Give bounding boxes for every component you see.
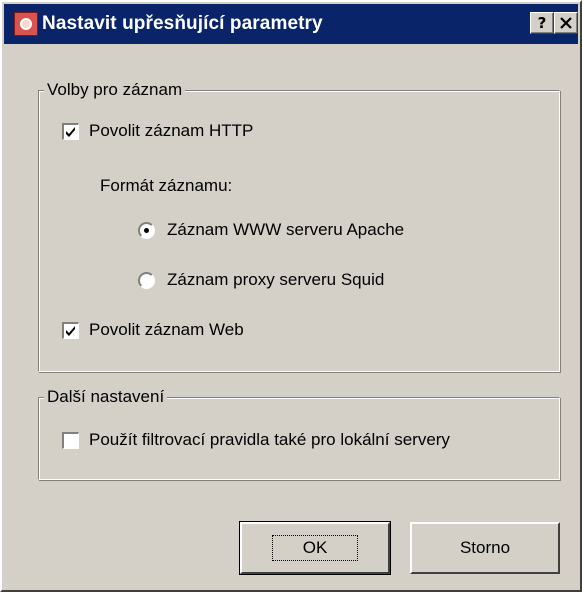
enable-web-log-row[interactable]: Povolit záznam Web xyxy=(62,320,244,340)
ok-button[interactable]: OK xyxy=(239,521,391,575)
enable-web-log-label: Povolit záznam Web xyxy=(89,320,244,339)
check-icon xyxy=(66,325,75,336)
local-filter-checkbox[interactable] xyxy=(62,431,79,449)
app-icon xyxy=(14,12,38,36)
format-squid-row[interactable]: Záznam proxy serveru Squid xyxy=(138,270,384,290)
window-title: Nastavit upřesňující parametry xyxy=(42,13,323,34)
cancel-button[interactable]: Storno xyxy=(410,522,560,574)
format-apache-label: Záznam WWW serveru Apache xyxy=(167,220,405,239)
local-filter-row[interactable]: Použít filtrovací pravidla také pro loká… xyxy=(62,430,450,450)
log-options-legend: Volby pro záznam xyxy=(44,80,186,100)
cancel-button-label: Storno xyxy=(459,538,511,557)
help-button[interactable]: ? xyxy=(530,12,554,34)
log-format-label: Formát záznamu: xyxy=(100,176,233,195)
format-squid-radio[interactable] xyxy=(138,271,155,289)
enable-http-log-checkbox[interactable] xyxy=(62,122,79,140)
other-settings-legend: Další nastavení xyxy=(44,387,168,407)
enable-http-log-row[interactable]: Povolit záznam HTTP xyxy=(62,121,253,141)
enable-web-log-checkbox[interactable] xyxy=(62,321,79,339)
local-filter-label: Použít filtrovací pravidla také pro loká… xyxy=(89,430,450,449)
close-button[interactable] xyxy=(554,12,578,34)
format-apache-row[interactable]: Záznam WWW serveru Apache xyxy=(138,220,404,240)
advanced-settings-dialog: Nastavit upřesňující parametry ? Volby p… xyxy=(0,0,582,592)
title-bar[interactable]: Nastavit upřesňující parametry ? xyxy=(4,4,578,44)
close-icon xyxy=(560,17,572,29)
radio-selected-dot xyxy=(144,227,149,233)
ok-button-label: OK xyxy=(271,535,359,561)
format-squid-label: Záznam proxy serveru Squid xyxy=(167,270,385,289)
check-icon xyxy=(66,126,75,137)
enable-http-log-label: Povolit záznam HTTP xyxy=(89,121,254,140)
format-apache-radio[interactable] xyxy=(138,221,155,239)
